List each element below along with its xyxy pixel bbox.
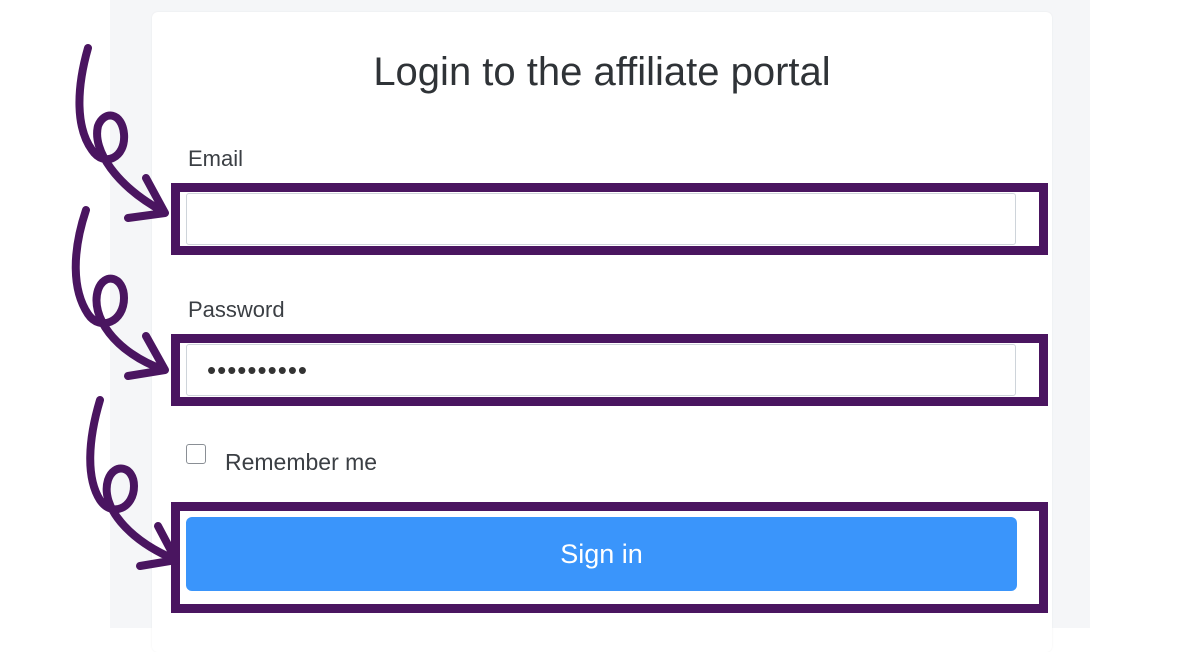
- email-highlight-frame: [171, 183, 1048, 255]
- password-label: Password: [188, 297, 285, 322]
- password-highlight-frame: [171, 334, 1048, 406]
- remember-me-label: Remember me: [225, 449, 378, 475]
- sign-in-highlight-frame: [171, 502, 1048, 613]
- remember-me-checkbox[interactable]: [186, 444, 206, 464]
- page-title: Login to the affiliate portal: [373, 50, 831, 94]
- email-label: Email: [188, 146, 244, 171]
